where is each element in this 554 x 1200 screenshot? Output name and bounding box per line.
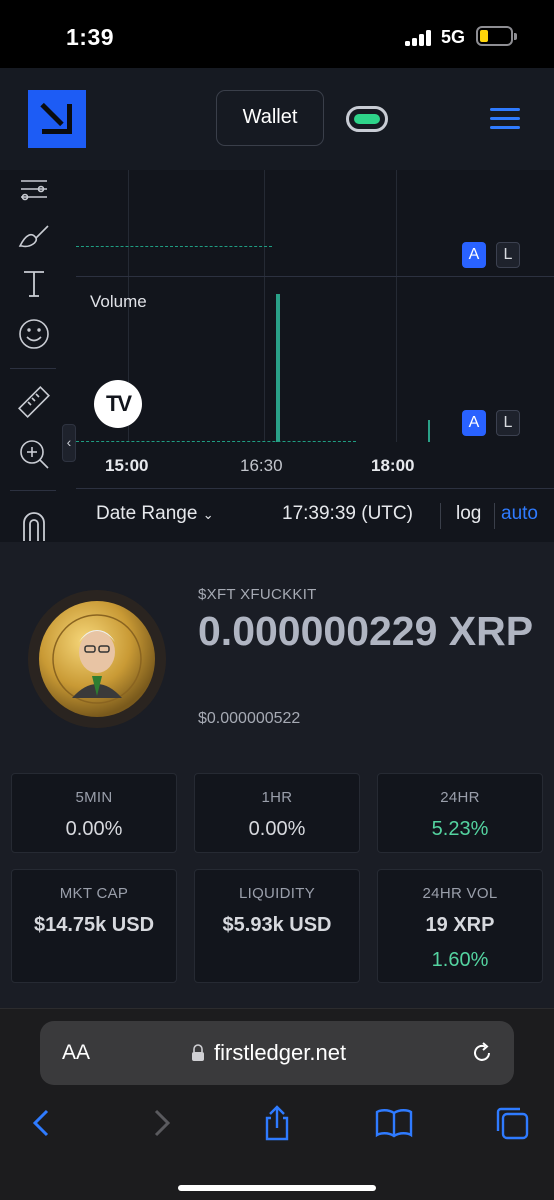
hamburger-menu-icon[interactable] bbox=[490, 108, 520, 130]
app-header: Wallet bbox=[0, 68, 554, 170]
toolbar-collapse-button[interactable]: ‹ bbox=[62, 424, 76, 462]
price-log-scale-button[interactable]: L bbox=[496, 242, 520, 268]
bookmarks-icon[interactable] bbox=[374, 1103, 414, 1143]
drawing-toolbar bbox=[0, 170, 66, 542]
home-indicator bbox=[178, 1185, 376, 1191]
volume-line bbox=[76, 441, 356, 442]
ruler-tool-icon[interactable] bbox=[14, 382, 54, 422]
stat-label: 5MIN bbox=[75, 789, 113, 806]
forward-icon[interactable] bbox=[141, 1103, 181, 1143]
app-logo[interactable] bbox=[28, 90, 86, 148]
auto-scale-toggle[interactable]: auto bbox=[501, 503, 538, 525]
share-icon[interactable] bbox=[257, 1103, 297, 1143]
chart-bottom-bar: Date Range ⌄ 17:39:39 (UTC) log auto bbox=[76, 488, 554, 542]
token-usd-price: $0.000000522 bbox=[198, 710, 301, 727]
reader-settings-button[interactable]: AA bbox=[62, 1041, 90, 1065]
stat-label: 24HR VOL bbox=[422, 885, 498, 902]
price-chart: ‹ A L Volume TV A L 15:00 16:30 18:00 Da… bbox=[0, 170, 554, 542]
stat-card-24hr: 24HR 5.23% bbox=[377, 773, 543, 853]
stat-label: 24HR bbox=[440, 789, 480, 806]
back-icon[interactable] bbox=[22, 1103, 62, 1143]
token-ticker: $XFT XFUCKKIT bbox=[198, 586, 317, 603]
battery-icon bbox=[476, 26, 517, 46]
stat-label: 1HR bbox=[261, 789, 293, 806]
magnet-tool-icon[interactable] bbox=[14, 504, 54, 544]
status-time: 1:39 bbox=[66, 24, 115, 50]
token-price: 0.000000229 XRP bbox=[198, 608, 534, 654]
time-axis-tick: 18:00 bbox=[371, 456, 415, 475]
stat-value: 0.00% bbox=[248, 818, 306, 840]
stat-card-1hr: 1HR 0.00% bbox=[194, 773, 360, 853]
chevron-down-icon: ⌄ bbox=[202, 507, 214, 522]
theme-toggle[interactable] bbox=[346, 106, 388, 132]
zoom-in-icon[interactable] bbox=[14, 434, 54, 474]
price-auto-scale-button[interactable]: A bbox=[462, 242, 486, 268]
stat-card-mkt-cap: MKT CAP $14.75k USD bbox=[11, 869, 177, 983]
stat-label: MKT CAP bbox=[59, 885, 129, 902]
volume-bar bbox=[428, 420, 430, 442]
tabs-icon[interactable] bbox=[492, 1103, 532, 1143]
token-info-section: $XFT XFUCKKIT 0.000000229 XRP $0.0000005… bbox=[0, 542, 554, 1008]
browser-toolbar: AA firstledger.net bbox=[0, 1008, 554, 1200]
time-axis-tick: 16:30 bbox=[240, 456, 283, 475]
pane-separator[interactable] bbox=[76, 276, 554, 277]
network-type: 5G bbox=[441, 27, 466, 47]
brush-tool-icon[interactable] bbox=[14, 216, 54, 256]
stat-sub-value: 1.60% bbox=[431, 949, 489, 971]
fib-tool-icon[interactable] bbox=[14, 170, 54, 210]
status-bar: 1:39 5G bbox=[0, 0, 554, 68]
chart-plot-area[interactable]: A L Volume TV A L 15:00 16:30 18:00 bbox=[76, 170, 554, 488]
volume-bar bbox=[276, 294, 280, 442]
time-axis-tick: 15:00 bbox=[105, 456, 149, 475]
utc-clock[interactable]: 17:39:39 (UTC) bbox=[282, 503, 413, 525]
volume-log-scale-button[interactable]: L bbox=[496, 410, 520, 436]
tradingview-logo[interactable]: TV bbox=[94, 380, 142, 428]
emoji-tool-icon[interactable] bbox=[14, 314, 54, 354]
stat-value: 19 XRP bbox=[425, 914, 495, 936]
stat-card-5min: 5MIN 0.00% bbox=[11, 773, 177, 853]
stat-value: $5.93k USD bbox=[222, 914, 332, 936]
stat-value: 5.23% bbox=[431, 818, 489, 840]
address-bar[interactable]: AA firstledger.net bbox=[40, 1021, 514, 1085]
token-avatar bbox=[28, 590, 166, 728]
price-line bbox=[76, 246, 272, 247]
log-scale-toggle[interactable]: log bbox=[456, 503, 481, 525]
volume-auto-scale-button[interactable]: A bbox=[462, 410, 486, 436]
text-tool-icon[interactable] bbox=[14, 264, 54, 304]
date-range-label: Date Range bbox=[96, 503, 198, 524]
date-range-dropdown[interactable]: Date Range ⌄ bbox=[96, 503, 214, 525]
reload-icon[interactable] bbox=[470, 1041, 494, 1065]
stat-label: LIQUIDITY bbox=[238, 885, 316, 902]
cellular-signal-icon bbox=[405, 30, 433, 46]
stat-card-liquidity: LIQUIDITY $5.93k USD bbox=[194, 869, 360, 983]
wallet-button[interactable]: Wallet bbox=[216, 90, 324, 146]
stat-card-24hr-vol: 24HR VOL 19 XRP 1.60% bbox=[377, 869, 543, 983]
url-text: firstledger.net bbox=[214, 1040, 347, 1065]
stat-value: $14.75k USD bbox=[33, 914, 155, 936]
volume-pane-label: Volume bbox=[90, 292, 147, 311]
stat-value: 0.00% bbox=[65, 818, 123, 840]
lock-icon bbox=[192, 1044, 204, 1061]
